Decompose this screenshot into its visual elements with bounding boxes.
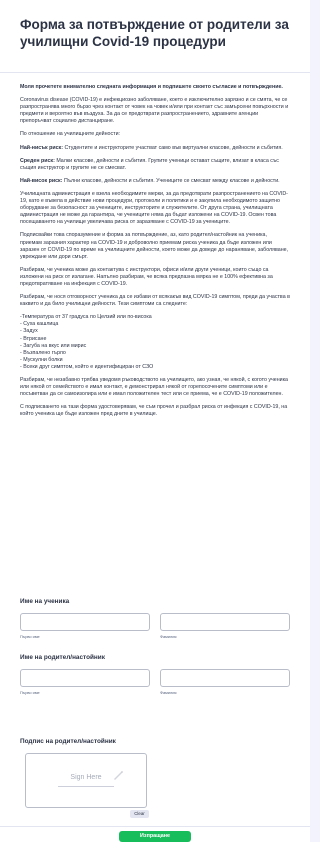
symptom-item: -Температура от 37 градуса по Целзий или… (20, 314, 152, 321)
form-text: Моля прочетете внимателно следната инфор… (0, 73, 310, 418)
symptom-item: - Задух (20, 328, 38, 335)
paragraph-notification: Разбирам, че незабавно трябва уведомя ръ… (20, 377, 289, 398)
parent-name-label: Име на родител/настойник (20, 654, 105, 661)
student-name-section: Име на ученика Първо име Фамилия (20, 598, 290, 639)
form-card: Форма за потвърждение от родители за учи… (0, 0, 310, 842)
symptom-item: - Загуба на вкус или мирис (20, 342, 87, 349)
signature-label: Подпис на родител/настойник (20, 738, 116, 745)
parent-last-name-input[interactable] (160, 669, 290, 687)
symptom-item: - Възпалено гърло (20, 349, 66, 356)
risk-low: Най-нисък риск: Студентите и инструктори… (20, 144, 283, 151)
signature-line (58, 786, 114, 787)
form-header: Форма за потвърждение от родители за учи… (0, 0, 310, 73)
risk-medium: Среден риск: Малки класове, дейности и с… (20, 157, 279, 171)
paragraph-contact-risk: Разбирам, че ученика може да контактува … (20, 266, 273, 287)
sign-here-placeholder: Sign Here (70, 774, 102, 781)
symptoms-list: -Температура от 37 градуса по Целзий или… (20, 314, 290, 371)
symptom-item: - Суха кашлица (20, 321, 59, 328)
paragraph-covid-description: Coronavirus disease (COVID-19) е инфекци… (20, 97, 289, 125)
paragraph-school-activities: По отношение на училищните дейности: (20, 131, 121, 138)
parent-last-name-sublabel: Фамилия (160, 690, 177, 695)
footer-divider (0, 826, 310, 827)
student-name-label: Име на ученика (20, 598, 70, 605)
risk-high: Най-висок риск: Пълни класове, дейности … (20, 177, 280, 184)
symptom-item: - Мускулни болки (20, 356, 63, 363)
symptom-item: - Втрисане (20, 335, 47, 342)
student-first-name-sublabel: Първо име (20, 634, 40, 639)
paragraph-administration: Училищната администрация е взела необход… (20, 190, 288, 226)
signature-pad[interactable]: Sign Here (25, 753, 147, 808)
parent-first-name-sublabel: Първо име (20, 690, 40, 695)
paragraph-symptoms-intro: Разбирам, че нося отговорност ученика да… (20, 294, 290, 308)
pen-icon (114, 771, 123, 780)
parent-first-name-input[interactable] (20, 669, 150, 687)
parent-name-section: Име на родител/настойник Първо име Фамил… (20, 654, 290, 695)
intro-text: Моля прочетете внимателно следната инфор… (20, 84, 283, 90)
paragraph-signing: С подписването на тази форма удостоверяв… (20, 404, 288, 418)
form-title: Форма за потвърждение от родители за учи… (20, 17, 289, 49)
student-first-name-input[interactable] (20, 613, 150, 631)
submit-button[interactable]: Изпращане (119, 831, 191, 842)
student-last-name-sublabel: Фамилия (160, 634, 177, 639)
paragraph-agreement: Подписвайки това споразумение и форма за… (20, 232, 289, 260)
symptom-item: - Всеки друг симптом, който е идентифици… (20, 363, 154, 370)
signature-section: Подпис на родител/настойник (20, 738, 290, 745)
student-last-name-input[interactable] (160, 613, 290, 631)
clear-signature-button[interactable]: Clear (130, 810, 149, 818)
